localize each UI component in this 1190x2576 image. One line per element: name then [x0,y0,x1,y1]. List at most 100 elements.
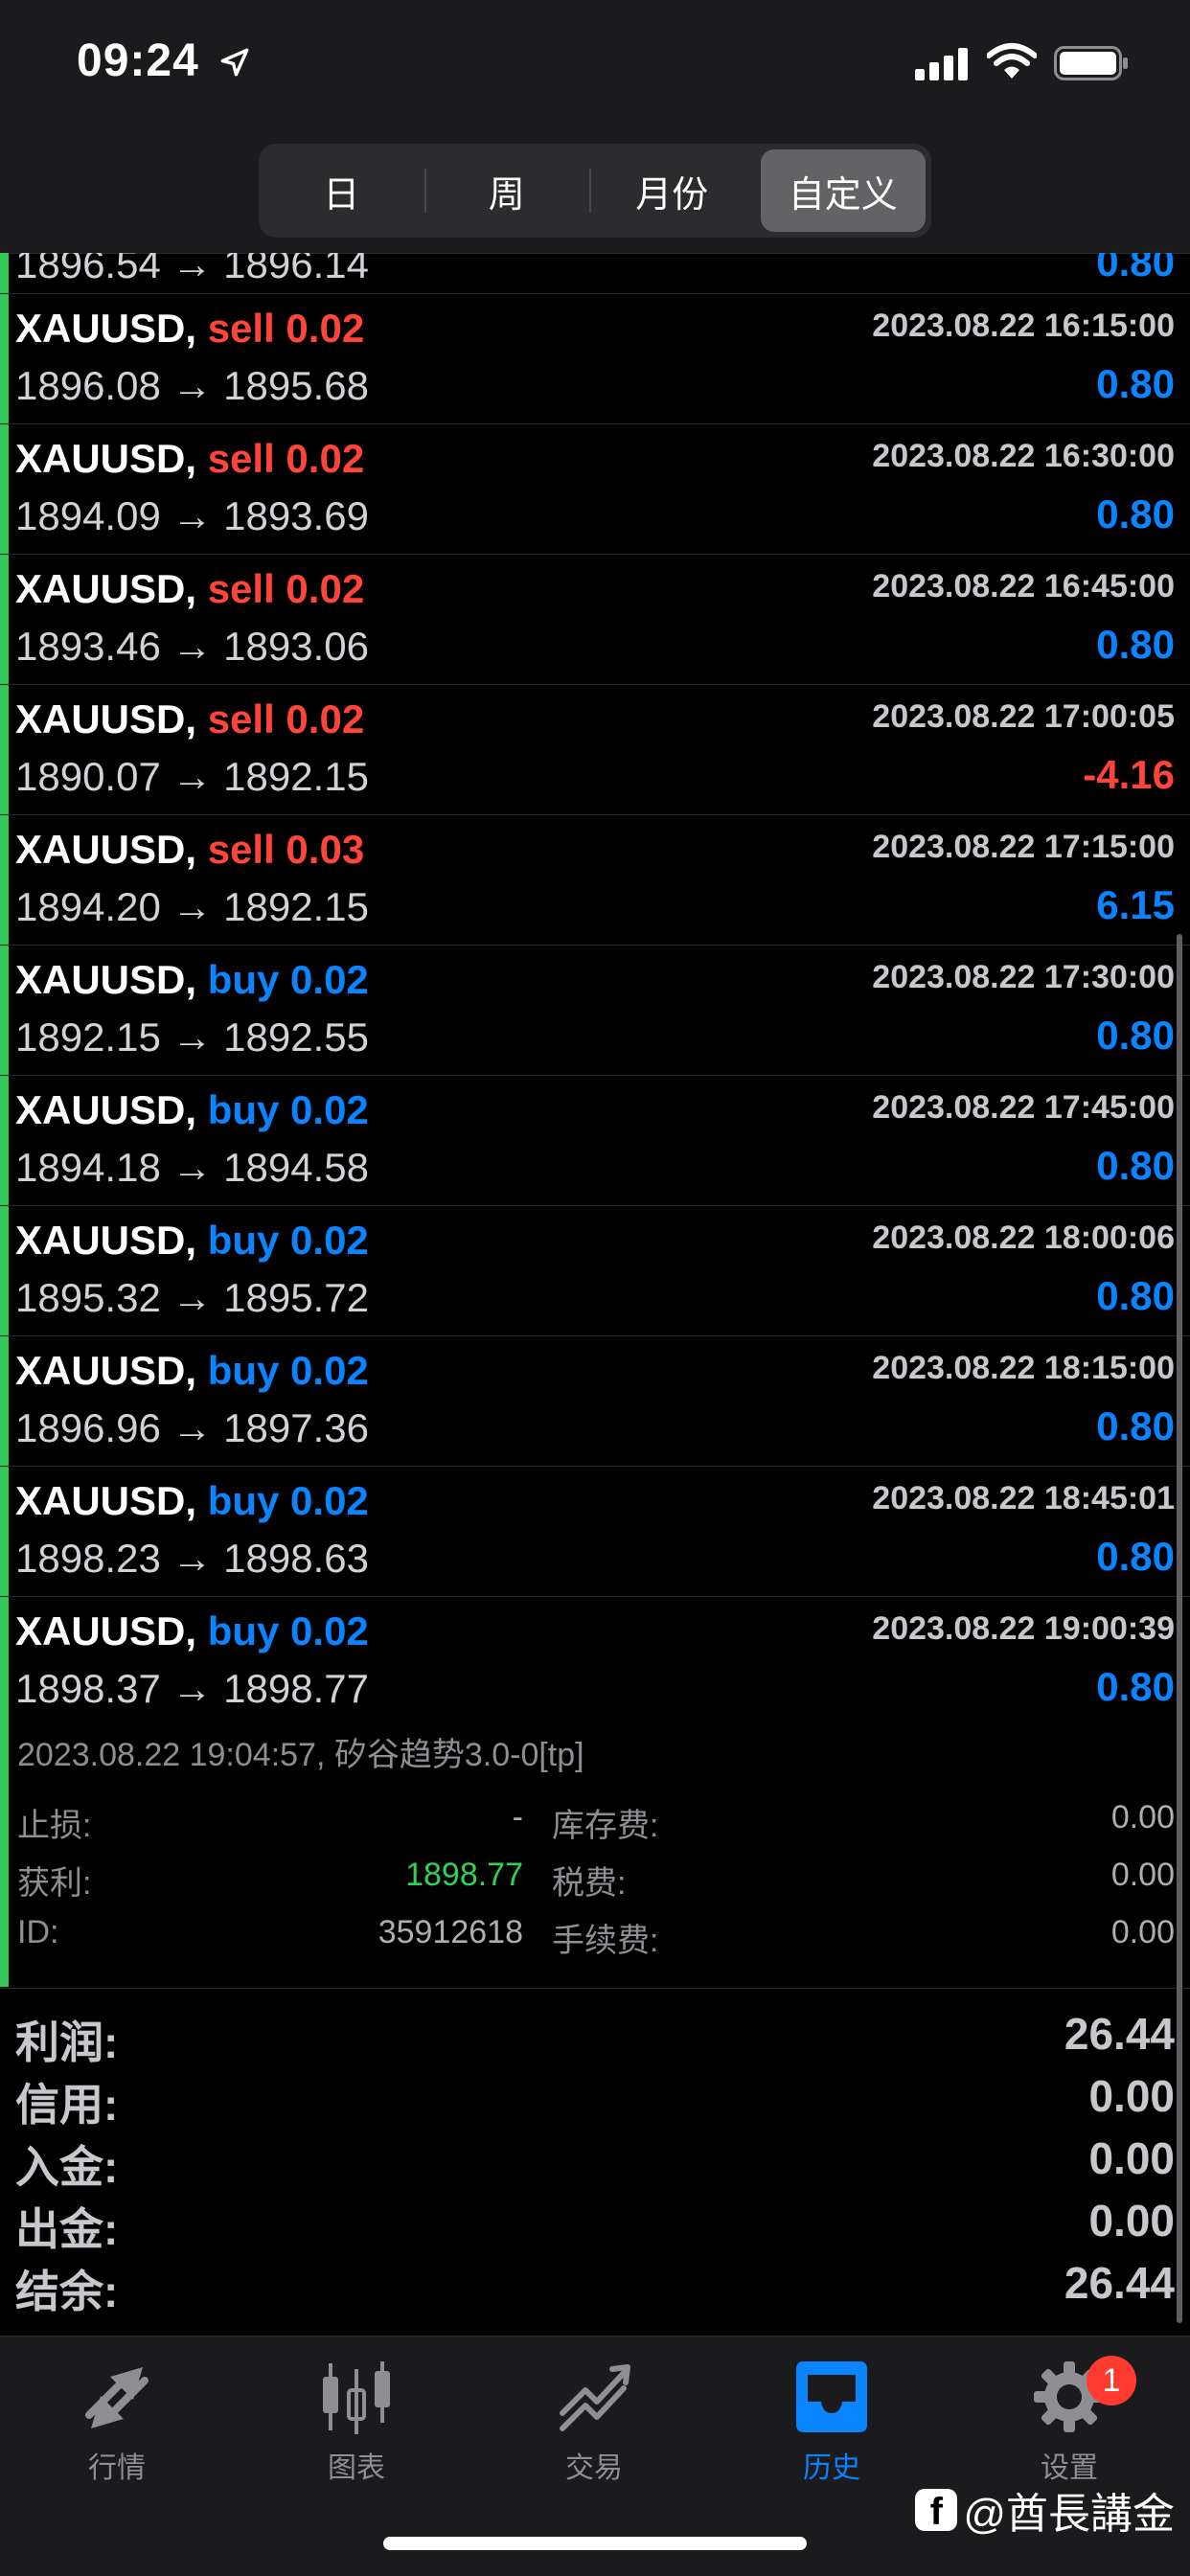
trade-prices: 1896.54 → 1896.14 [15,253,369,286]
trade-side: buy 0.02 [207,1348,369,1393]
trade-side: buy 0.02 [207,1478,369,1523]
location-arrow-icon [220,48,249,77]
trade-time: 2023.08.22 17:30:00 [872,959,1175,995]
summary-row-withdrawal: 出金: 0.00 [15,2196,1175,2254]
segment-month[interactable]: 月份 [589,144,755,238]
stop-loss-value: - [512,1799,523,1835]
table-row[interactable]: XAUUSD, buy 0.02 2023.08.22 18:45:01 189… [0,1467,1190,1597]
table-row[interactable]: 1896.54 → 1896.14 0.80 [0,253,1190,294]
period-header: 日 周 月份 自定义 [0,134,1190,254]
trade-prices: 1890.07 → 1892.15 [15,754,369,799]
trade-profit: -4.16 [1083,752,1175,797]
trade-side: sell 0.02 [207,436,365,481]
trade-time: 2023.08.22 18:15:00 [872,1350,1175,1386]
trade-time: 2023.08.22 16:30:00 [872,438,1175,474]
tab-chart[interactable]: 图表 [261,2356,452,2509]
trade-symbol: XAUUSD, buy 0.02 [15,1348,369,1393]
wifi-icon [987,43,1037,79]
trade-profit: 0.80 [1096,1013,1175,1058]
history-icon [796,2361,867,2432]
table-row[interactable]: XAUUSD, sell 0.02 2023.08.22 16:15:00 18… [0,294,1190,424]
tab-quotes[interactable]: 行情 [21,2356,213,2509]
swap-label: 库存费: [552,1808,659,1844]
trade-profit: 6.15 [1096,882,1175,927]
trade-profit: 0.80 [1096,1534,1175,1579]
trade-profit: 0.80 [1096,1143,1175,1188]
trade-symbol: XAUUSD, buy 0.02 [15,1218,369,1263]
table-row[interactable]: XAUUSD, buy 0.02 2023.08.22 18:15:00 189… [0,1336,1190,1467]
tab-history[interactable]: 历史 [736,2356,927,2509]
period-segmented-control: 日 周 月份 自定义 [259,144,931,238]
stop-loss-label: 止损: [17,1808,92,1844]
trade-time: 2023.08.22 17:45:00 [872,1089,1175,1126]
fee-label: 手续费: [552,1923,659,1959]
trade-profit: 0.80 [1096,491,1175,536]
trade-time: 2023.08.22 16:45:00 [872,568,1175,604]
trade-symbol: XAUUSD, sell 0.03 [15,827,365,872]
tax-label: 税费: [552,1865,627,1902]
home-indicator[interactable] [383,2537,807,2550]
swap-value: 0.00 [1110,1799,1175,1835]
id-value: 35912618 [378,1914,523,1950]
trade-symbol: XAUUSD, buy 0.02 [15,1478,369,1523]
trade-profit: 0.80 [1096,361,1175,406]
table-row[interactable]: XAUUSD, buy 0.02 2023.08.22 18:00:06 189… [0,1206,1190,1336]
take-profit-label: 获利: [17,1865,92,1902]
table-row[interactable]: XAUUSD, sell 0.02 2023.08.22 16:30:00 18… [0,424,1190,555]
segment-day[interactable]: 日 [259,144,424,238]
summary-row-balance: 结余: 26.44 [15,2258,1175,2316]
table-row[interactable]: XAUUSD, sell 0.03 2023.08.22 17:15:00 18… [0,815,1190,946]
trade-prices: 1892.15 → 1892.55 [15,1014,369,1060]
trade-profit: 0.80 [1096,622,1175,667]
trade-detail-panel: 2023.08.22 19:04:57, 矽谷趋势3.0-0[tp] 止损: -… [0,1715,1190,1989]
status-time: 09:24 [77,35,199,86]
scrollbar[interactable] [1177,934,1182,2323]
trade-prices: 1898.37 → 1898.77 [15,1666,369,1711]
tab-trade[interactable]: 交易 [498,2356,690,2509]
summary-row-credit: 信用: 0.00 [15,2071,1175,2130]
trade-prices: 1896.08 → 1895.68 [15,363,369,408]
trade-prices: 1894.18 → 1894.58 [15,1145,369,1190]
trade-symbol: XAUUSD, buy 0.02 [15,1608,369,1653]
trade-prices: 1895.32 → 1895.72 [15,1275,369,1320]
facebook-icon: f [915,2489,958,2533]
trade-history-list[interactable]: 1896.54 → 1896.14 0.80 XAUUSD, sell 0.02… [0,253,1190,1726]
trade-time: 2023.08.22 18:00:06 [872,1220,1175,1256]
watermark-text: @酋長講金 [963,2491,1175,2538]
trade-side: buy 0.02 [207,1218,369,1263]
summary-row-profit: 利润: 26.44 [15,2009,1175,2067]
trade-profit: 0.80 [1096,1273,1175,1318]
trade-profit: 0.80 [1096,1403,1175,1448]
trade-prices: 1898.23 → 1898.63 [15,1536,369,1581]
trade-symbol: XAUUSD, sell 0.02 [15,436,365,481]
trade-time: 2023.08.22 19:00:39 [872,1610,1175,1647]
segment-custom[interactable]: 自定义 [760,149,926,232]
summary-row-deposit: 入金: 0.00 [15,2133,1175,2192]
table-row[interactable]: XAUUSD, buy 0.02 2023.08.22 17:30:00 189… [0,946,1190,1076]
table-row-selected[interactable]: XAUUSD, buy 0.02 2023.08.22 19:00:39 189… [0,1597,1190,1726]
trade-symbol: XAUUSD, sell 0.02 [15,696,365,741]
trade-side: buy 0.02 [207,1087,369,1132]
trade-side: sell 0.02 [207,696,365,741]
trade-prices: 1896.96 → 1897.36 [15,1405,369,1450]
chart-icon [323,2361,390,2434]
trade-time: 2023.08.22 16:15:00 [872,308,1175,344]
trade-icon [560,2364,630,2431]
segment-week[interactable]: 周 [423,144,590,238]
table-row[interactable]: XAUUSD, sell 0.02 2023.08.22 17:00:05 18… [0,685,1190,815]
trade-side: buy 0.02 [207,957,369,1002]
trade-time: 2023.08.22 17:00:05 [872,698,1175,735]
take-profit-value: 1898.77 [405,1857,523,1893]
trade-symbol: XAUUSD, sell 0.02 [15,306,365,351]
id-label: ID: [17,1914,59,1950]
watermark: f @酋長講金 [915,2479,1175,2541]
status-bar: 09:24 [0,0,1190,134]
table-row[interactable]: XAUUSD, buy 0.02 2023.08.22 17:45:00 189… [0,1076,1190,1206]
trade-profit: 0.80 [1096,1664,1175,1709]
battery-icon [1054,46,1128,80]
trade-time: 2023.08.22 17:15:00 [872,829,1175,865]
trade-symbol: XAUUSD, buy 0.02 [15,1087,369,1132]
trade-profit: 0.80 [1096,253,1175,285]
table-row[interactable]: XAUUSD, sell 0.02 2023.08.22 16:45:00 18… [0,555,1190,685]
trade-side: buy 0.02 [207,1608,369,1653]
